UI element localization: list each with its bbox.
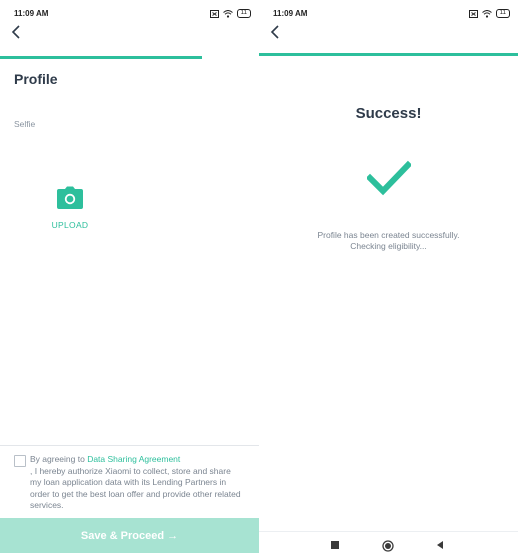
battery-icon: 11 [236, 9, 251, 18]
success-line-1: Profile has been created successfully. [317, 230, 460, 240]
consent-text: By agreeing to Data Sharing Agreement, I… [30, 454, 241, 510]
status-bar: 11:09 AM 11 [14, 9, 251, 21]
success-line-2: Checking eligibility... [350, 241, 427, 251]
sim-icon [209, 9, 219, 18]
status-time: 11:09 AM [273, 9, 308, 18]
checkmark-icon [367, 160, 411, 196]
success-message: Profile has been created successfully. Ch… [259, 230, 518, 252]
back-icon[interactable] [10, 24, 24, 40]
progress-bar [0, 56, 259, 59]
circle-nav-icon[interactable] [382, 540, 394, 552]
square-nav-icon[interactable] [330, 540, 340, 550]
success-screen: 11:09 AM 11 Success! Profile has been cr… [259, 0, 518, 560]
wifi-icon [481, 9, 492, 18]
progress-fill [0, 56, 203, 59]
back-icon[interactable] [269, 24, 283, 40]
profile-screen: 11:09 AM 11 Profile Selfie UPLOAD By agr… [0, 0, 259, 560]
progress-fill [259, 53, 518, 56]
upload-button[interactable]: UPLOAD [48, 186, 92, 230]
progress-bar [259, 53, 518, 56]
camera-icon [57, 186, 83, 209]
upload-label: UPLOAD [51, 220, 89, 230]
status-bar: 11:09 AM 11 [273, 9, 510, 21]
status-time: 11:09 AM [14, 9, 49, 18]
success-title: Success! [355, 105, 422, 122]
data-sharing-agreement-link[interactable]: Data Sharing Agreement [87, 454, 180, 464]
page-title: Profile [14, 71, 58, 87]
wifi-icon [222, 9, 233, 18]
save-proceed-button[interactable]: Save & Proceed → [0, 518, 259, 553]
battery-icon: 11 [495, 9, 510, 18]
selfie-label: Selfie [14, 119, 36, 129]
consent-checkbox[interactable] [14, 455, 26, 467]
divider [0, 445, 259, 446]
system-nav-bar [259, 531, 518, 560]
triangle-back-nav-icon[interactable] [435, 540, 445, 550]
sim-icon [468, 9, 478, 18]
